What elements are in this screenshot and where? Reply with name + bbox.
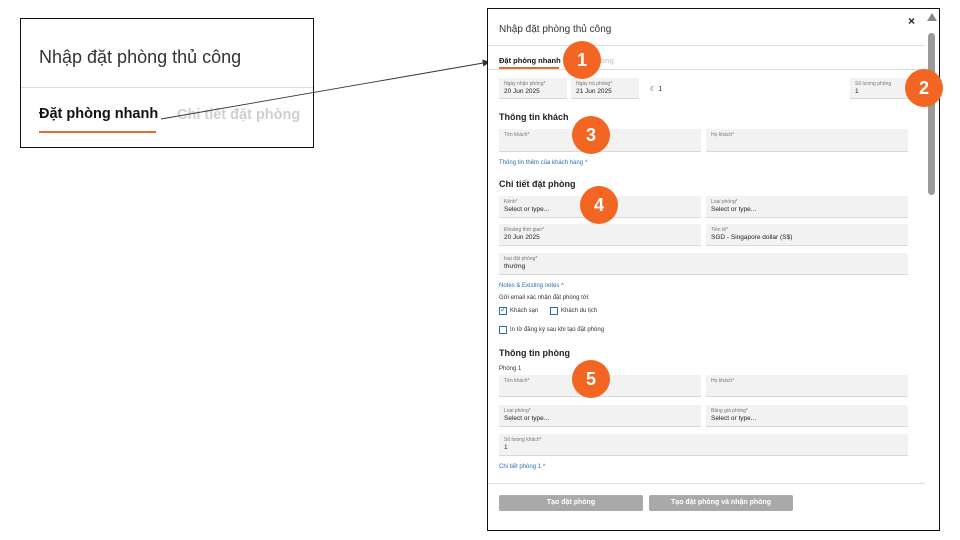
zoom-tab-underline — [39, 131, 156, 133]
chevron-up-icon: ^ — [584, 160, 588, 166]
room-1-detail-text: Chi tiết phòng 1 — [499, 464, 542, 470]
guest-count-label: Số lượng khách* — [504, 437, 542, 443]
guest-firstname-label: Tên khách* — [504, 132, 530, 138]
notes-link[interactable]: Notes & Existing notes ^ — [499, 283, 564, 289]
footer-divider — [488, 483, 925, 484]
zoom-tab-booking-detail[interactable]: Chi tiết đặt phòng — [177, 107, 300, 123]
rooms-label: Số lượng phòng — [855, 81, 892, 87]
print-registration-label: In tờ đăng ký sau khi tạo đặt phòng — [510, 327, 604, 333]
room-type-label: Loại phòng* — [711, 199, 738, 205]
scroll-up-icon[interactable] — [927, 13, 937, 21]
hotel-checkbox-label: Khách sạn — [510, 308, 539, 314]
currency-label: Tiền tệ* — [711, 227, 729, 233]
checkout-date-field[interactable]: Ngày trả phòng* 21 Jun 2025 — [571, 78, 639, 99]
email-confirm-label: Gửi email xác nhận đặt phòng tới: — [499, 295, 590, 301]
guest-lastname-field[interactable]: Họ khách* — [706, 129, 908, 152]
print-registration-checkbox[interactable] — [499, 326, 507, 334]
traveler-checkbox[interactable] — [550, 307, 558, 315]
channel-label: Kênh* — [504, 199, 518, 205]
zoom-divider — [21, 87, 313, 88]
more-guest-info-text: Thông tin thêm của khách hàng — [499, 160, 584, 166]
guest-info-heading: Thông tin khách — [499, 112, 569, 122]
rate-plan-select[interactable]: Bảng giá phòng* Select or type... — [706, 405, 908, 427]
badge-2: 2 — [905, 69, 943, 107]
booking-type-value: thường — [504, 263, 526, 270]
room-info-heading: Thông tin phòng — [499, 348, 570, 358]
room-1-detail-link[interactable]: Chi tiết phòng 1 ^ — [499, 464, 546, 470]
booking-detail-heading: Chi tiết đặt phòng — [499, 179, 576, 189]
period-label: Khoảng thời gian* — [504, 227, 544, 233]
traveler-checkbox-label: Khách du lịch — [561, 308, 598, 314]
room-type-value: Select or type... — [711, 206, 757, 213]
badge-3: 3 — [572, 116, 610, 154]
period-field[interactable]: Khoảng thời gian* 20 Jun 2025 — [499, 224, 701, 246]
chevron-up-icon: ^ — [542, 464, 546, 470]
rate-plan-label: Bảng giá phòng* — [711, 408, 748, 414]
room-guest-lastname-field[interactable]: Họ khách* — [706, 375, 908, 397]
badge-4: 4 — [580, 186, 618, 224]
badge-1: 1 — [563, 41, 601, 79]
tab-divider — [488, 69, 925, 70]
badge-5: 5 — [572, 360, 610, 398]
checkin-label: Ngày nhận phòng* — [504, 81, 546, 87]
moon-icon: ☾ — [650, 86, 657, 93]
scrollbar-thumb[interactable] — [928, 33, 935, 195]
rooms-value: 1 — [855, 88, 859, 95]
guest-lastname-label: Họ khách* — [711, 132, 735, 138]
guest-count-field[interactable]: Số lượng khách* 1 — [499, 434, 908, 456]
rate-plan-value: Select or type... — [711, 415, 757, 422]
checkin-value: 20 Jun 2025 — [504, 88, 540, 95]
zoom-callout: Nhập đặt phòng thủ công Đặt phòng nhanh … — [20, 18, 314, 148]
room-1-label: Phòng 1 — [499, 366, 522, 372]
close-icon[interactable]: × — [908, 14, 915, 28]
room-room-type-select[interactable]: Loại phòng* Select or type... — [499, 405, 701, 427]
checkout-value: 21 Jun 2025 — [576, 88, 612, 95]
title-divider — [488, 45, 925, 46]
zoom-tab-quick-booking[interactable]: Đặt phòng nhanh — [39, 106, 158, 122]
guest-count-value: 1 — [504, 444, 508, 451]
chevron-up-icon: ^ — [561, 283, 564, 289]
create-booking-button[interactable]: Tạo đặt phòng — [499, 495, 643, 511]
room-guest-lastname-label: Họ khách* — [711, 378, 735, 384]
create-and-checkin-button[interactable]: Tạo đặt phòng và nhận phòng — [649, 495, 793, 511]
checkout-label: Ngày trả phòng* — [576, 81, 613, 87]
manual-booking-dialog: Nhập đặt phòng thủ công × Đặt phòng nhan… — [487, 8, 940, 531]
nights-count: ☾ 1 — [650, 85, 662, 93]
booking-type-select[interactable]: loại đặt phòng* thường — [499, 253, 908, 275]
rooms-count-field[interactable]: Số lượng phòng 1 — [850, 78, 910, 99]
room-type-select[interactable]: Loại phòng* Select or type... — [706, 196, 908, 218]
more-guest-info-link[interactable]: Thông tin thêm của khách hàng ^ — [499, 160, 588, 166]
currency-select[interactable]: Tiền tệ* SGD - Singapore dollar (S$) — [706, 224, 908, 246]
room-guest-firstname-label: Tên khách* — [504, 378, 530, 384]
dialog-title: Nhập đặt phòng thủ công — [499, 24, 612, 35]
room-room-type-value: Select or type... — [504, 415, 550, 422]
booking-type-label: loại đặt phòng* — [504, 256, 538, 262]
hotel-checkbox[interactable] — [499, 305, 507, 315]
period-value: 20 Jun 2025 — [504, 234, 540, 241]
room-room-type-label: Loại phòng* — [504, 408, 531, 414]
tab-quick-booking[interactable]: Đặt phòng nhanh — [499, 56, 561, 65]
channel-value: Select or type... — [504, 206, 550, 213]
currency-value: SGD - Singapore dollar (S$) — [711, 234, 793, 241]
checkin-date-field[interactable]: Ngày nhận phòng* 20 Jun 2025 — [499, 78, 567, 99]
zoom-title: Nhập đặt phòng thủ công — [39, 47, 242, 67]
nights-value: 1 — [658, 86, 663, 93]
notes-link-text: Notes & Existing notes — [499, 283, 560, 289]
